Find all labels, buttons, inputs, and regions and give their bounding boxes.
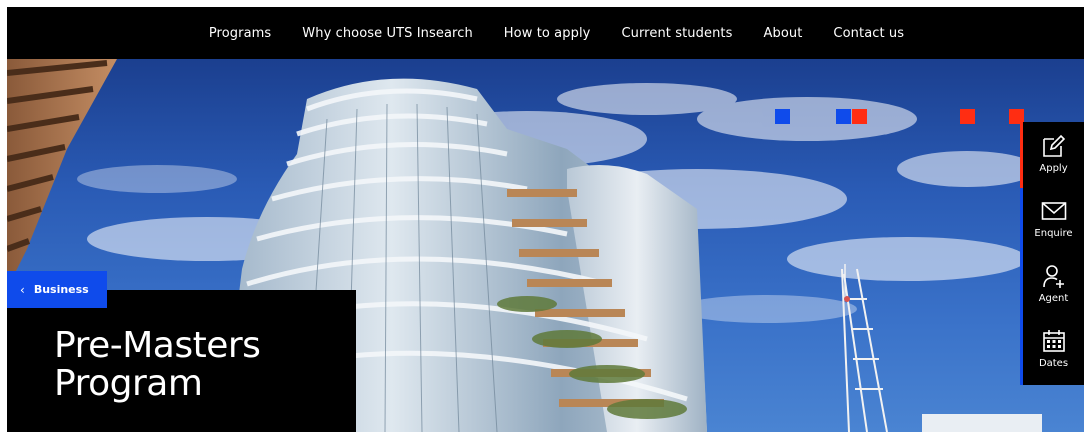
sidebar-item-label: Dates	[1038, 358, 1069, 369]
sidebar-item-dates[interactable]: Dates	[1023, 317, 1084, 382]
sidebar-item-label: Agent	[1038, 293, 1069, 304]
decor-square-blue	[775, 109, 790, 124]
sidebar-item-apply[interactable]: Apply	[1023, 122, 1084, 187]
nav-how-to-apply[interactable]: How to apply	[504, 26, 591, 41]
nav-contact-us[interactable]: Contact us	[833, 26, 904, 41]
decor-square-blue	[836, 109, 851, 124]
chevron-left-icon: ‹	[20, 282, 25, 297]
nav-programs[interactable]: Programs	[209, 26, 271, 41]
top-navigation: Programs Why choose UTS Insearch How to …	[7, 7, 1084, 59]
sidebar-item-agent[interactable]: Agent	[1023, 252, 1084, 317]
nav-why-choose[interactable]: Why choose UTS Insearch	[302, 26, 473, 41]
calendar-icon	[1042, 330, 1065, 352]
page-title-line1: Pre-Masters	[54, 325, 261, 366]
envelope-icon	[1041, 202, 1066, 220]
page-title-line2: Program	[54, 363, 203, 404]
sidebar-item-label: Apply	[1039, 163, 1068, 174]
sidebar-item-label: Enquire	[1034, 228, 1073, 239]
person-add-icon	[1042, 265, 1064, 288]
page: Programs Why choose UTS Insearch How to …	[7, 7, 1084, 432]
nav-about[interactable]: About	[763, 26, 802, 41]
hero-banner: ‹ Business Pre-Masters Program	[7, 59, 1084, 432]
category-label: Business	[33, 283, 89, 296]
breadcrumb-category-tag[interactable]: ‹ Business	[7, 271, 107, 308]
nav-items: Programs Why choose UTS Insearch How to …	[209, 26, 904, 41]
decor-square-red	[960, 109, 975, 124]
edit-icon	[1042, 134, 1065, 157]
sidebar-item-enquire[interactable]: Enquire	[1023, 187, 1084, 252]
page-title-box: Pre-Masters Program	[7, 290, 356, 432]
nav-current-students[interactable]: Current students	[621, 26, 732, 41]
quick-actions-sidebar: Apply Enquire Agent Dates	[1020, 122, 1084, 385]
page-title: Pre-Masters Program	[54, 327, 356, 403]
decor-square-red	[852, 109, 867, 124]
